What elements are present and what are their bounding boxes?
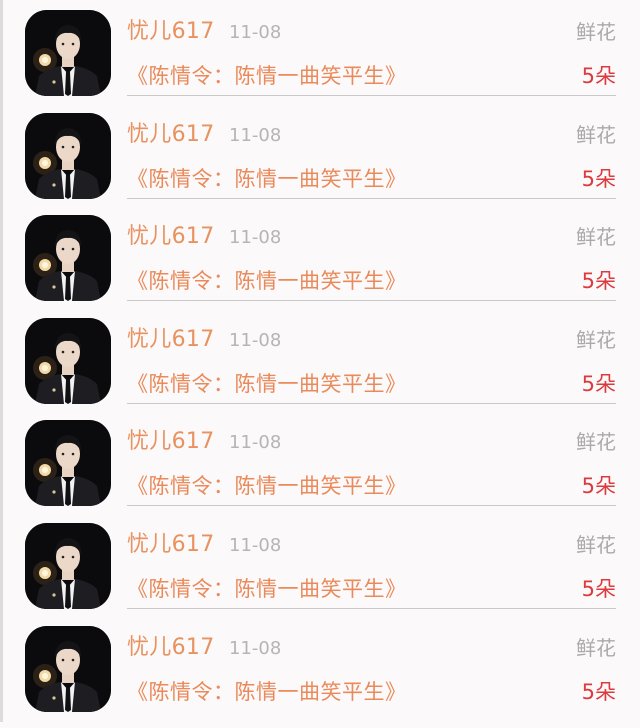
username[interactable]: 忧儿617 <box>127 531 215 559</box>
divider <box>127 300 616 302</box>
book-title[interactable]: 《陈情令：陈情一曲笑平生》 <box>127 267 407 295</box>
gift-type: 鲜花 <box>576 532 616 557</box>
list-item[interactable]: 忧儿617 11-08 鲜花 《陈情令：陈情一曲笑平生》 5朵 <box>0 522 640 626</box>
date-label: 11-08 <box>229 22 282 43</box>
list-item[interactable]: 忧儿617 11-08 鲜花 《陈情令：陈情一曲笑平生》 5朵 <box>0 10 640 113</box>
book-title[interactable]: 《陈情令：陈情一曲笑平生》 <box>127 472 407 500</box>
gift-count: 5朵 <box>581 679 616 704</box>
username[interactable]: 忧儿617 <box>127 634 215 662</box>
list-item[interactable]: 忧儿617 11-08 鲜花 《陈情令：陈情一曲笑平生》 5朵 <box>0 317 640 421</box>
gift-count: 5朵 <box>581 576 616 601</box>
username[interactable]: 忧儿617 <box>127 18 215 46</box>
gift-count: 5朵 <box>581 371 616 396</box>
date-label: 11-08 <box>229 534 282 556</box>
book-title[interactable]: 《陈情令：陈情一曲笑平生》 <box>127 62 407 90</box>
avatar[interactable] <box>25 215 111 302</box>
gift-type: 鲜花 <box>576 122 616 147</box>
date-label: 11-08 <box>229 124 282 146</box>
list-item[interactable]: 忧儿617 11-08 鲜花 《陈情令：陈情一曲笑平生》 5朵 <box>0 420 640 523</box>
avatar[interactable] <box>25 420 111 507</box>
gift-type: 鲜花 <box>576 327 616 352</box>
divider <box>127 607 616 609</box>
gift-count: 5朵 <box>581 474 616 499</box>
divider <box>127 95 616 96</box>
avatar[interactable] <box>25 625 111 712</box>
book-title[interactable]: 《陈情令：陈情一曲笑平生》 <box>127 678 407 706</box>
gift-record-list: 忧儿617 11-08 鲜花 《陈情令：陈情一曲笑平生》 5朵 忧儿617 11… <box>0 10 640 728</box>
username[interactable]: 忧儿617 <box>127 223 215 251</box>
book-title[interactable]: 《陈情令：陈情一曲笑平生》 <box>127 575 407 603</box>
avatar[interactable] <box>25 317 111 404</box>
gift-type: 鲜花 <box>576 225 616 250</box>
date-label: 11-08 <box>229 227 282 249</box>
date-label: 11-08 <box>229 432 282 454</box>
list-item[interactable]: 忧儿617 11-08 鲜花 《陈情令：陈情一曲笑平生》 5朵 <box>0 625 640 728</box>
date-label: 11-08 <box>229 329 282 351</box>
gift-type: 鲜花 <box>576 635 616 660</box>
gift-type: 鲜花 <box>576 430 616 455</box>
divider <box>127 505 616 507</box>
gift-count: 5朵 <box>581 269 616 294</box>
date-label: 11-08 <box>229 637 282 659</box>
list-item[interactable]: 忧儿617 11-08 鲜花 《陈情令：陈情一曲笑平生》 5朵 <box>0 215 640 318</box>
book-title[interactable]: 《陈情令：陈情一曲笑平生》 <box>127 370 407 398</box>
book-title[interactable]: 《陈情令：陈情一曲笑平生》 <box>127 165 407 193</box>
gift-type: 鲜花 <box>576 20 616 44</box>
divider <box>127 402 616 404</box>
username[interactable]: 忧儿617 <box>127 428 215 456</box>
gift-count: 5朵 <box>581 64 616 88</box>
avatar[interactable] <box>25 112 111 199</box>
username[interactable]: 忧儿617 <box>127 326 215 354</box>
gift-count: 5朵 <box>581 166 616 191</box>
divider <box>127 197 616 199</box>
username[interactable]: 忧儿617 <box>127 121 215 149</box>
avatar[interactable] <box>25 522 111 609</box>
list-item[interactable]: 忧儿617 11-08 鲜花 《陈情令：陈情一曲笑平生》 5朵 <box>0 112 640 216</box>
avatar[interactable] <box>25 10 111 96</box>
